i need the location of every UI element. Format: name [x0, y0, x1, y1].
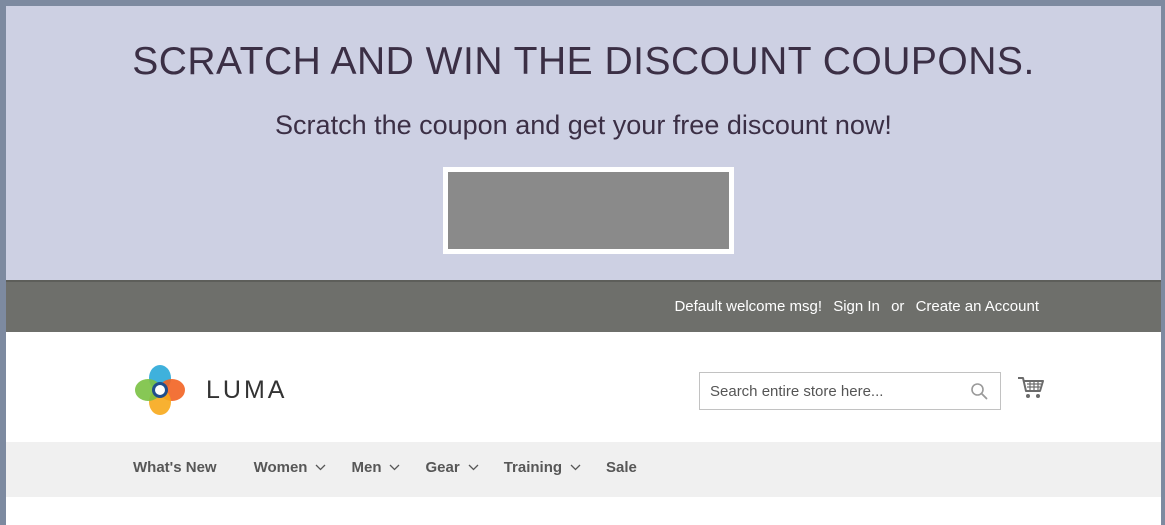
nav-item-training[interactable]: Training — [504, 459, 581, 476]
search-icon[interactable] — [970, 382, 988, 400]
nav-item-sale[interactable]: Sale — [606, 459, 637, 476]
chevron-down-icon — [570, 464, 581, 471]
nav-item-whats-new[interactable]: What's New — [133, 459, 217, 476]
nav-item-label: Sale — [606, 459, 637, 476]
header-panel: Default welcome msg! Sign In or Create a… — [6, 280, 1161, 332]
or-text: or — [891, 298, 905, 315]
nav-item-men[interactable]: Men — [351, 459, 400, 476]
create-account-link[interactable]: Create an Account — [916, 298, 1039, 315]
cart-icon[interactable] — [1016, 374, 1046, 402]
nav-item-gear[interactable]: Gear — [425, 459, 479, 476]
nav-item-label: What's New — [133, 459, 217, 476]
logo-text: LUMA — [206, 375, 288, 404]
welcome-message: Default welcome msg! — [674, 298, 823, 315]
scratch-surface[interactable] — [448, 172, 729, 249]
nav-item-label: Men — [351, 459, 382, 476]
promo-title: SCRATCH AND WIN THE DISCOUNT COUPONS. — [132, 40, 1035, 83]
nav-item-label: Training — [503, 459, 563, 476]
nav-list: What's New Women Men Gear Training Sale — [133, 459, 662, 476]
header-links: Default welcome msg! Sign In or Create a… — [667, 298, 1039, 315]
search-input[interactable] — [700, 373, 960, 409]
site-header: LUMA — [6, 332, 1161, 442]
sign-in-link[interactable]: Sign In — [833, 298, 880, 315]
page-frame: SCRATCH AND WIN THE DISCOUNT COUPONS. Sc… — [0, 0, 1165, 525]
site-logo[interactable]: LUMA — [134, 363, 287, 417]
scratch-promo-banner: SCRATCH AND WIN THE DISCOUNT COUPONS. Sc… — [6, 6, 1161, 280]
promo-subtitle: Scratch the coupon and get your free dis… — [275, 110, 892, 140]
nav-item-label: Women — [253, 459, 308, 476]
main-navigation: What's New Women Men Gear Training Sale — [6, 442, 1161, 497]
luma-logo-icon — [135, 365, 185, 415]
scratch-coupon-card[interactable] — [443, 167, 734, 254]
search-box — [699, 372, 1001, 410]
chevron-down-icon — [468, 464, 479, 471]
nav-item-women[interactable]: Women — [254, 459, 327, 476]
nav-item-label: Gear — [425, 459, 460, 476]
chevron-down-icon — [390, 464, 400, 471]
chevron-down-icon — [316, 464, 326, 471]
